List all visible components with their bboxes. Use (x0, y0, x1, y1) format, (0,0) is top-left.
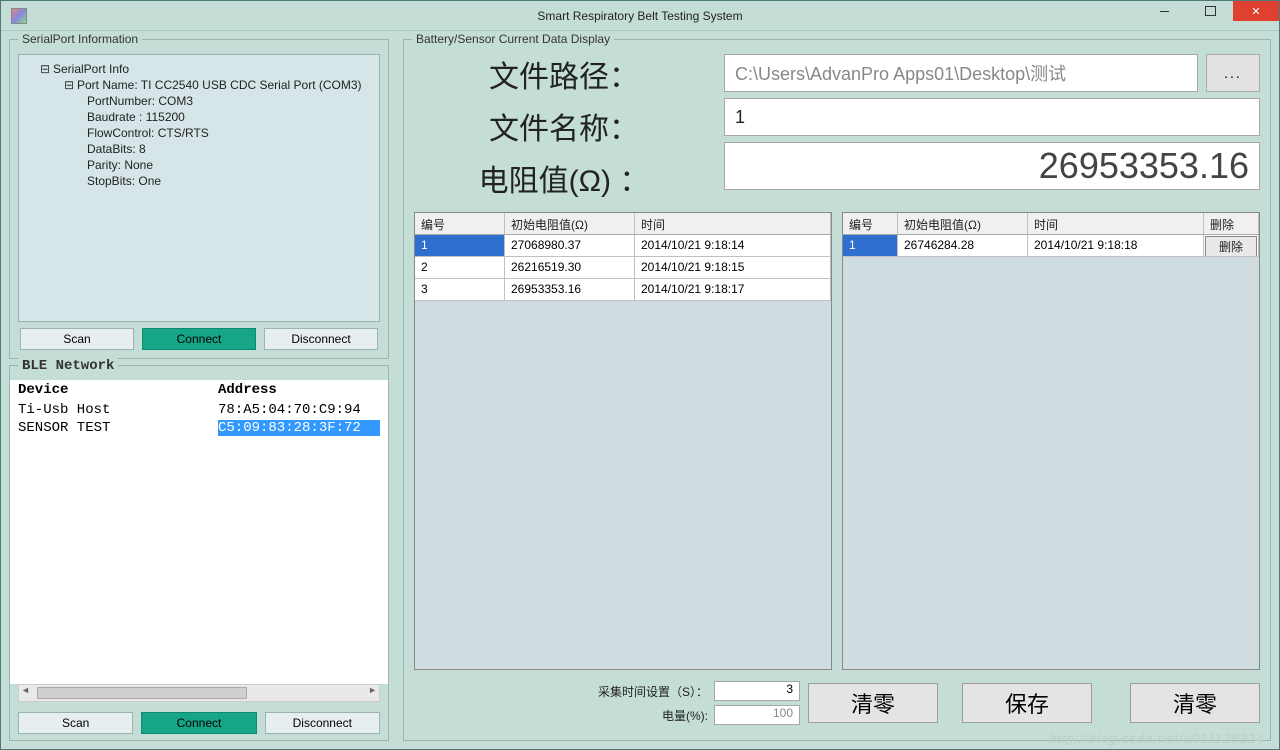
right-datagrid[interactable]: 编号 初始电阻值(Ω) 时间 删除 1 26746284.28 2014/10/… (842, 212, 1260, 670)
clear-right-button[interactable]: 清零 (1130, 683, 1260, 723)
file-name-label: 文件名称： (414, 106, 714, 154)
serial-scan-button[interactable]: Scan (20, 328, 134, 350)
clear-left-button[interactable]: 清零 (808, 683, 938, 723)
tree-parity[interactable]: Parity: None (23, 157, 375, 173)
window-title: Smart Respiratory Belt Testing System (1, 9, 1279, 23)
left-datagrid[interactable]: 编号 初始电阻值(Ω) 时间 1 27068980.37 2014/10/21 … (414, 212, 832, 670)
serial-connect-button[interactable]: Connect (142, 328, 256, 350)
th-num[interactable]: 编号 (415, 213, 505, 234)
titlebar: Smart Respiratory Belt Testing System (1, 1, 1279, 31)
serial-disconnect-button[interactable]: Disconnect (264, 328, 378, 350)
th-time[interactable]: 时间 (635, 213, 831, 234)
tree-root[interactable]: ⊟SerialPort Info (23, 61, 375, 77)
minimize-button[interactable] (1141, 1, 1187, 21)
th-time[interactable]: 时间 (1028, 213, 1204, 234)
file-name-input[interactable]: 1 (724, 98, 1260, 136)
th-val[interactable]: 初始电阻值(Ω) (505, 213, 635, 234)
tree-stopbits[interactable]: StopBits: One (23, 173, 375, 189)
resistance-display: 26953353.16 (724, 142, 1260, 190)
app-icon (11, 8, 27, 24)
save-button[interactable]: 保存 (962, 683, 1092, 723)
serialport-groupbox: SerialPort Information ⊟SerialPort Info … (9, 39, 389, 359)
table-row[interactable]: 1 27068980.37 2014/10/21 9:18:14 (415, 235, 831, 257)
tree-port-name[interactable]: ⊟Port Name: TI CC2540 USB CDC Serial Por… (23, 77, 375, 93)
browse-button[interactable]: ... (1206, 54, 1260, 92)
delete-row-button[interactable]: 删除 (1205, 236, 1257, 257)
ble-header-address: Address (218, 382, 380, 398)
serialport-legend: SerialPort Information (18, 32, 142, 46)
tree-baudrate[interactable]: Baudrate : 115200 (23, 109, 375, 125)
battery-input: 100 (714, 705, 800, 725)
ble-table[interactable]: Device Address Ti-Usb Host 78:A5:04:70:C… (10, 380, 388, 684)
ble-row[interactable]: Ti-Usb Host 78:A5:04:70:C9:94 (10, 401, 388, 419)
ble-scan-button[interactable]: Scan (18, 712, 133, 734)
table-row[interactable]: 2 26216519.30 2014/10/21 9:18:15 (415, 257, 831, 279)
interval-label: 采集时间设置（S）： (598, 683, 708, 700)
collapse-icon[interactable]: ⊟ (63, 78, 75, 92)
th-val[interactable]: 初始电阻值(Ω) (898, 213, 1028, 234)
table-row[interactable]: 3 26953353.16 2014/10/21 9:18:17 (415, 279, 831, 301)
tree-flowcontrol[interactable]: FlowControl: CTS/RTS (23, 125, 375, 141)
battery-label: 电量(%): (662, 707, 708, 724)
ble-groupbox: BLE Network Device Address Ti-Usb Host 7… (9, 365, 389, 741)
ble-disconnect-button[interactable]: Disconnect (265, 712, 380, 734)
close-button[interactable] (1233, 1, 1279, 21)
tree-port-number[interactable]: PortNumber: COM3 (23, 93, 375, 109)
collapse-icon[interactable]: ⊟ (39, 62, 51, 76)
ble-hscrollbar[interactable] (18, 684, 380, 702)
table-row[interactable]: 1 26746284.28 2014/10/21 9:18:18 删除 (843, 235, 1259, 257)
interval-input[interactable]: 3 (714, 681, 800, 701)
tree-databits[interactable]: DataBits: 8 (23, 141, 375, 157)
data-display-groupbox: Battery/Sensor Current Data Display 文件路径… (403, 39, 1271, 741)
th-del[interactable]: 删除 (1204, 213, 1259, 234)
ble-header-device: Device (18, 382, 218, 398)
ble-connect-button[interactable]: Connect (141, 712, 256, 734)
ble-row[interactable]: SENSOR TEST C5:09:83:28:3F:72 (10, 419, 388, 437)
file-path-label: 文件路径： (414, 54, 714, 102)
th-num[interactable]: 编号 (843, 213, 898, 234)
serialport-tree[interactable]: ⊟SerialPort Info ⊟Port Name: TI CC2540 U… (18, 54, 380, 322)
maximize-button[interactable] (1187, 1, 1233, 21)
ble-legend: BLE Network (18, 358, 118, 374)
resistance-label: 电阻值(Ω) ： (414, 158, 714, 206)
file-path-input[interactable]: C:\Users\AdvanPro Apps01\Desktop\测试 (724, 54, 1198, 92)
data-display-legend: Battery/Sensor Current Data Display (412, 32, 614, 46)
